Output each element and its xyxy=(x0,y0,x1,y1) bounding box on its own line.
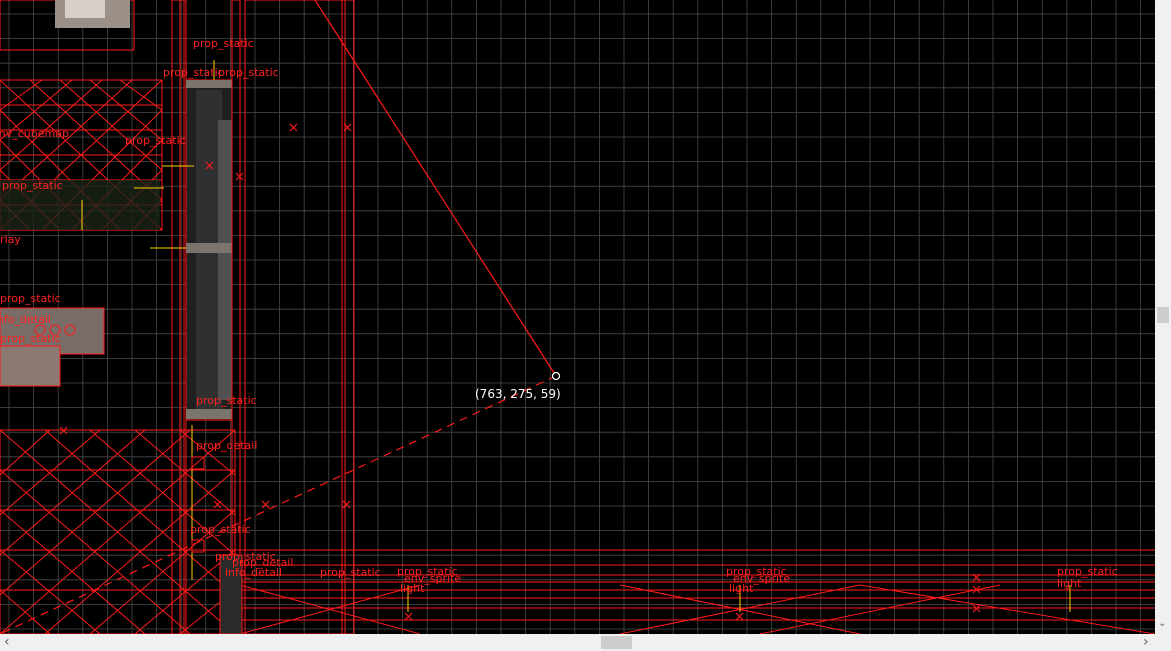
entity-label[interactable]: prop_static xyxy=(125,135,186,147)
entity-label[interactable]: prop_static xyxy=(190,524,251,536)
entity-label[interactable]: prop_static xyxy=(193,38,254,50)
floor-band xyxy=(219,549,1155,634)
entity-label[interactable]: info_detail xyxy=(0,314,51,326)
scroll-left-arrow-icon[interactable]: ‹ xyxy=(4,635,10,649)
entity-label[interactable]: overlay xyxy=(0,234,21,246)
displacement-mesh-upper xyxy=(0,79,163,231)
scroll-right-arrow-icon[interactable]: › xyxy=(1143,635,1149,649)
wall-column xyxy=(171,0,355,634)
vertical-scroll-thumb[interactable] xyxy=(1157,307,1169,323)
map-2d-viewport[interactable]: prop_static prop_static prop_static env_… xyxy=(0,0,1155,634)
entity-label[interactable]: light xyxy=(729,583,753,595)
entity-label[interactable]: prop_static xyxy=(320,567,381,579)
grid-lines xyxy=(0,0,1155,634)
entity-label[interactable]: info_detail xyxy=(225,567,282,579)
entity-label[interactable]: prop_static xyxy=(2,180,63,192)
entity-label[interactable]: prop_static xyxy=(196,395,257,407)
entity-label[interactable]: prop_static xyxy=(218,67,279,79)
entity-label[interactable]: prop_static xyxy=(0,333,61,345)
horizontal-scroll-thumb[interactable] xyxy=(601,636,632,649)
horizontal-scrollbar[interactable] xyxy=(0,634,1155,651)
entity-label[interactable]: prop_static xyxy=(163,67,224,79)
scrollbar-corner xyxy=(1155,634,1171,651)
prop-model-top-left xyxy=(0,0,135,51)
entity-label[interactable]: env_cubemap xyxy=(0,128,69,140)
entity-label[interactable]: prop_detail xyxy=(196,440,257,452)
scroll-down-arrow-icon[interactable]: ⌄ xyxy=(1158,619,1166,629)
cursor-coordinate-readout: (763, 275, 59) xyxy=(475,387,561,401)
entity-label[interactable]: light xyxy=(1057,578,1081,590)
entity-label[interactable]: light xyxy=(400,583,424,595)
cursor-handle xyxy=(551,371,561,381)
entity-label[interactable]: prop_static xyxy=(0,293,61,305)
map-canvas[interactable] xyxy=(0,0,1155,634)
